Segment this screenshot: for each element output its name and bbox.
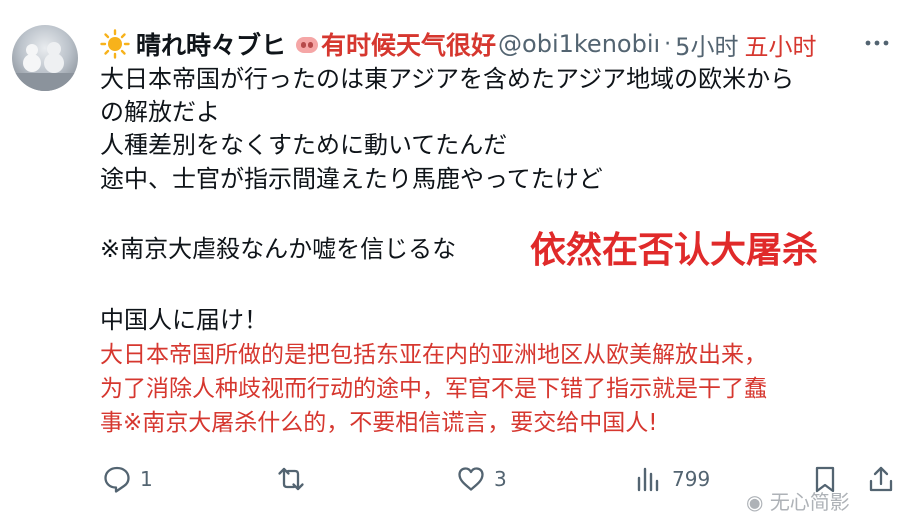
reply-icon (104, 466, 130, 493)
retweet-button[interactable] (276, 464, 306, 494)
post-time[interactable]: 5小时 (675, 27, 738, 62)
post-header: 晴れ時々ブヒ 有时候天气很好 @obi1kenobiı · 5小时 五小时 (100, 24, 816, 64)
post-text-line: 人種差別をなくすために動いてたんだ (100, 131, 508, 159)
post-text-line: 大日本帝国が行ったのは東アジアを含めたアジア地域の欧米から (100, 65, 795, 93)
like-count: 3 (494, 467, 507, 491)
post-text-line: 中国人に届け！ (100, 306, 268, 334)
share-icon (869, 466, 893, 492)
name-translation: 有时候天气很好 (321, 31, 497, 60)
reply-count: 1 (140, 467, 153, 491)
views-button[interactable]: 799 (634, 464, 710, 494)
watermark-text: 无心简影 (769, 490, 850, 514)
weibo-logo-icon: ◉ (746, 490, 764, 514)
translation-block: 大日本帝国所做的是把包括东亚在内的亚洲地区从欧美解放出来， 为了消除人种歧视而行… (100, 338, 767, 440)
translation-line: 事※南京大屠杀什么的，不要相信谎言，要交给中国人! (100, 410, 658, 436)
post-text-line: の解放だよ (100, 98, 220, 126)
heart-icon (458, 467, 484, 491)
display-name[interactable]: 晴れ時々ブヒ (136, 26, 286, 62)
share-button[interactable] (866, 464, 896, 494)
annotation-caption: 依然在否认大屠杀 (530, 230, 819, 271)
watermark: ◉ 无心简影 (746, 486, 850, 515)
reply-button[interactable]: 1 (102, 464, 153, 494)
time-translation: 五小时 (744, 32, 817, 61)
post-text-line: 途中、士官が指示間違えたり馬鹿やってたけど (100, 165, 603, 193)
more-options-icon[interactable] (862, 28, 892, 58)
bar-chart-icon (637, 467, 659, 492)
translation-line: 大日本帝国所做的是把包括东亚在内的亚洲地区从欧美解放出来， (100, 342, 767, 368)
like-button[interactable]: 3 (456, 464, 507, 494)
retweet-icon (278, 467, 304, 491)
views-count: 799 (672, 467, 711, 491)
post-text-line: ※南京大虐殺なんか嘘を信じるな (100, 235, 457, 263)
avatar[interactable] (12, 25, 78, 91)
sun-emoji-icon (100, 29, 130, 59)
separator-dot: · (664, 31, 672, 57)
user-handle[interactable]: @obi1kenobiı (498, 30, 660, 58)
pig-nose-emoji-icon (296, 37, 319, 53)
translation-line: 为了消除人种歧视而行动的途中，军官不是下错了指示就是干了蠢 (100, 376, 767, 402)
